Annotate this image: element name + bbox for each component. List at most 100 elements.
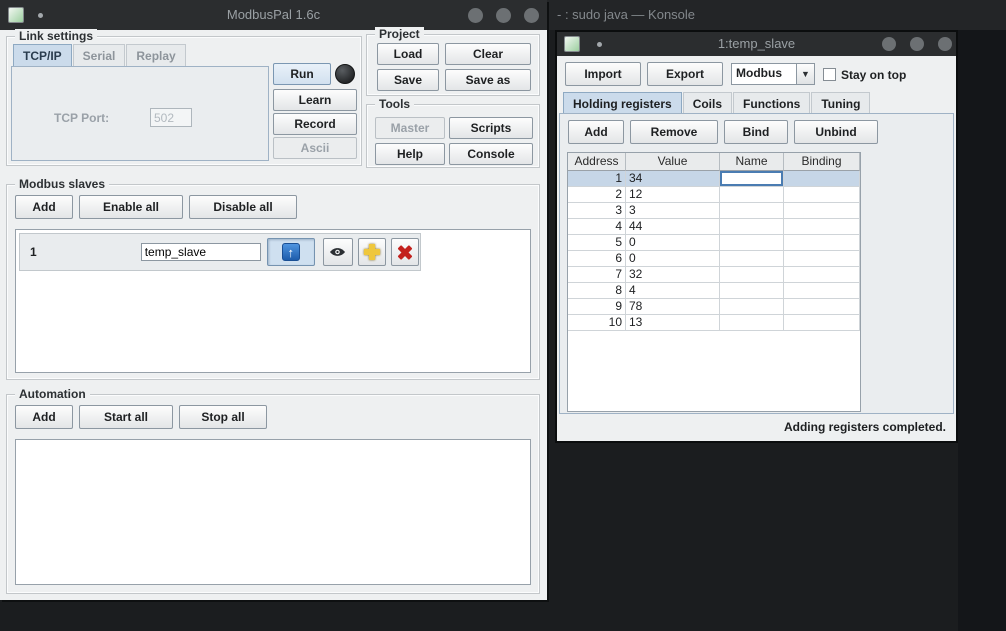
window-control-button[interactable] — [468, 8, 483, 23]
name-cell[interactable] — [720, 203, 784, 219]
window-control-button[interactable] — [882, 37, 896, 51]
tcp-port-input[interactable] — [150, 108, 192, 127]
main-window-titlebar[interactable]: ModbusPal 1.6c — [0, 0, 547, 30]
value-cell[interactable]: 13 — [626, 315, 720, 331]
address-cell[interactable]: 8 — [568, 283, 626, 299]
load-button[interactable]: Load — [377, 43, 439, 65]
tab-functions[interactable]: Functions — [733, 92, 810, 114]
value-cell[interactable]: 0 — [626, 235, 720, 251]
name-cell[interactable] — [720, 299, 784, 315]
address-cell[interactable]: 4 — [568, 219, 626, 235]
address-cell[interactable]: 3 — [568, 203, 626, 219]
clear-button[interactable]: Clear — [445, 43, 531, 65]
value-cell[interactable]: 32 — [626, 267, 720, 283]
toggle-slave-enabled-button[interactable] — [323, 238, 353, 266]
address-cell[interactable]: 1 — [568, 171, 626, 187]
slave-name-input[interactable] — [141, 243, 261, 261]
binding-cell[interactable] — [784, 235, 860, 251]
address-cell[interactable]: 5 — [568, 235, 626, 251]
save-as-button[interactable]: Save as — [445, 69, 531, 91]
address-cell[interactable]: 6 — [568, 251, 626, 267]
console-button[interactable]: Console — [449, 143, 533, 165]
value-cell[interactable]: 44 — [626, 219, 720, 235]
import-button[interactable]: Import — [565, 62, 641, 86]
address-cell[interactable]: 9 — [568, 299, 626, 315]
run-button[interactable]: Run — [273, 63, 331, 85]
slave-row[interactable]: 1 ↑ — [19, 233, 421, 271]
slave-window-titlebar[interactable]: 1:temp_slave — [557, 32, 956, 56]
scripts-button[interactable]: Scripts — [449, 117, 533, 139]
table-row[interactable]: 5 0 — [568, 235, 860, 251]
window-control-button[interactable] — [524, 8, 539, 23]
value-cell[interactable]: 12 — [626, 187, 720, 203]
save-button[interactable]: Save — [377, 69, 439, 91]
name-cell[interactable] — [720, 283, 784, 299]
table-row[interactable]: 3 3 — [568, 203, 860, 219]
konsole-titlebar[interactable]: - : sudo java — Konsole — [547, 0, 1006, 30]
chevron-down-icon[interactable]: ▼ — [796, 64, 814, 84]
binding-cell[interactable] — [784, 251, 860, 267]
address-cell[interactable]: 10 — [568, 315, 626, 331]
table-row[interactable]: 9 78 — [568, 299, 860, 315]
binding-cell[interactable] — [784, 299, 860, 315]
address-cell[interactable]: 2 — [568, 187, 626, 203]
learn-button[interactable]: Learn — [273, 89, 357, 111]
binding-cell[interactable] — [784, 267, 860, 283]
name-cell[interactable] — [720, 315, 784, 331]
window-control-button[interactable] — [938, 37, 952, 51]
delete-slave-button[interactable] — [391, 238, 419, 266]
window-control-button[interactable] — [910, 37, 924, 51]
name-cell[interactable] — [720, 219, 784, 235]
binding-cell[interactable] — [784, 187, 860, 203]
name-cell[interactable] — [720, 187, 784, 203]
name-column-header[interactable]: Name — [720, 153, 784, 171]
open-slave-editor-button[interactable]: ↑ — [267, 238, 315, 266]
value-cell[interactable]: 4 — [626, 283, 720, 299]
unbind-button[interactable]: Unbind — [794, 120, 878, 144]
tab-replay[interactable]: Replay — [126, 44, 185, 66]
stay-on-top-label[interactable]: Stay on top — [841, 68, 906, 82]
binding-column-header[interactable]: Binding — [784, 153, 860, 171]
name-cell[interactable] — [720, 267, 784, 283]
stop-all-button[interactable]: Stop all — [179, 405, 267, 429]
binding-cell[interactable] — [784, 219, 860, 235]
add-slave-button[interactable]: Add — [15, 195, 73, 219]
start-all-button[interactable]: Start all — [79, 405, 173, 429]
tab-tcpip[interactable]: TCP/IP — [13, 44, 72, 66]
stay-on-top-checkbox[interactable] — [823, 68, 836, 81]
name-cell[interactable] — [720, 171, 784, 187]
value-cell[interactable]: 34 — [626, 171, 720, 187]
window-control-button[interactable] — [496, 8, 511, 23]
remove-register-button[interactable]: Remove — [630, 120, 718, 144]
binding-cell[interactable] — [784, 203, 860, 219]
table-row[interactable]: 1 34 — [568, 171, 860, 187]
tab-serial[interactable]: Serial — [73, 44, 126, 66]
binding-cell[interactable] — [784, 171, 860, 187]
binding-cell[interactable] — [784, 283, 860, 299]
table-row[interactable]: 8 4 — [568, 283, 860, 299]
bind-button[interactable]: Bind — [724, 120, 788, 144]
address-column-header[interactable]: Address — [568, 153, 626, 171]
value-column-header[interactable]: Value — [626, 153, 720, 171]
binding-cell[interactable] — [784, 315, 860, 331]
disable-all-button[interactable]: Disable all — [189, 195, 297, 219]
table-row[interactable]: 7 32 — [568, 267, 860, 283]
add-register-button[interactable]: Add — [568, 120, 624, 144]
export-button[interactable]: Export — [647, 62, 723, 86]
protocol-combobox[interactable]: Modbus ▼ — [731, 63, 815, 85]
name-cell[interactable] — [720, 251, 784, 267]
help-button[interactable]: Help — [375, 143, 445, 165]
enable-all-button[interactable]: Enable all — [79, 195, 183, 219]
name-cell[interactable] — [720, 235, 784, 251]
table-row[interactable]: 10 13 — [568, 315, 860, 331]
address-cell[interactable]: 7 — [568, 267, 626, 283]
table-row[interactable]: 2 12 — [568, 187, 860, 203]
add-automation-button[interactable]: Add — [15, 405, 73, 429]
record-button[interactable]: Record — [273, 113, 357, 135]
table-row[interactable]: 6 0 — [568, 251, 860, 267]
tab-holding-registers[interactable]: Holding registers — [563, 92, 682, 114]
table-row[interactable]: 4 44 — [568, 219, 860, 235]
tab-tuning[interactable]: Tuning — [811, 92, 870, 114]
value-cell[interactable]: 78 — [626, 299, 720, 315]
value-cell[interactable]: 0 — [626, 251, 720, 267]
